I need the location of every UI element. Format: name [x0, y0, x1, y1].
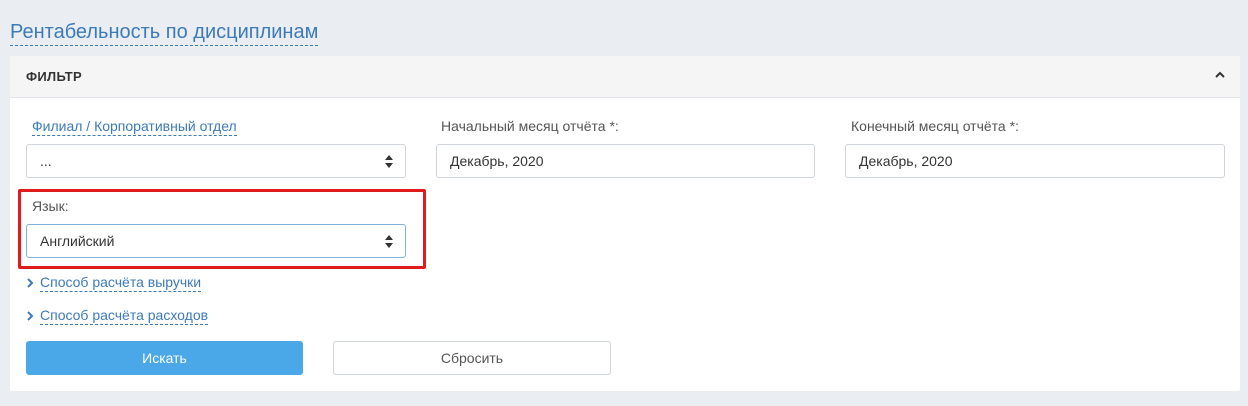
branch-label[interactable]: Филиал / Корпоративный отдел [32, 118, 237, 136]
expense-method-label: Способ расчёта расходов [40, 307, 209, 325]
branch-select[interactable]: ... [26, 144, 406, 178]
search-button[interactable]: Искать [26, 341, 303, 375]
chevron-right-icon [27, 278, 34, 288]
branch-link[interactable]: Филиал / Корпоративный отдел [32, 118, 237, 136]
page-title[interactable]: Рентабельность по дисциплинам [10, 20, 319, 46]
expense-method-toggle[interactable]: Способ расчёта расходов [26, 307, 209, 325]
reset-button[interactable]: Сбросить [333, 341, 611, 375]
start-month-input[interactable]: Декабрь, 2020 [436, 144, 815, 178]
filter-panel-header[interactable]: ФИЛЬТР [10, 56, 1240, 98]
filter-panel: ФИЛЬТР Филиал / Корпоративный отдел ... … [10, 56, 1240, 391]
start-month-label: Начальный месяц отчёта *: [441, 118, 619, 134]
language-select[interactable]: Английский [26, 224, 406, 258]
sort-arrows-icon [385, 155, 393, 168]
branch-select-value: ... [40, 153, 52, 169]
language-select-value: Английский [40, 233, 115, 249]
filter-header-title: ФИЛЬТР [26, 69, 83, 84]
revenue-method-label: Способ расчёта выручки [40, 274, 202, 292]
chevron-right-icon [27, 311, 34, 321]
end-month-label: Конечный месяц отчёта *: [851, 118, 1019, 134]
chevron-up-icon[interactable] [1214, 70, 1226, 80]
language-label: Язык: [32, 198, 69, 214]
sort-arrows-icon [385, 235, 393, 248]
start-month-value: Декабрь, 2020 [450, 153, 544, 169]
end-month-input[interactable]: Декабрь, 2020 [845, 144, 1225, 178]
revenue-method-toggle[interactable]: Способ расчёта выручки [26, 274, 202, 292]
end-month-value: Декабрь, 2020 [859, 153, 953, 169]
